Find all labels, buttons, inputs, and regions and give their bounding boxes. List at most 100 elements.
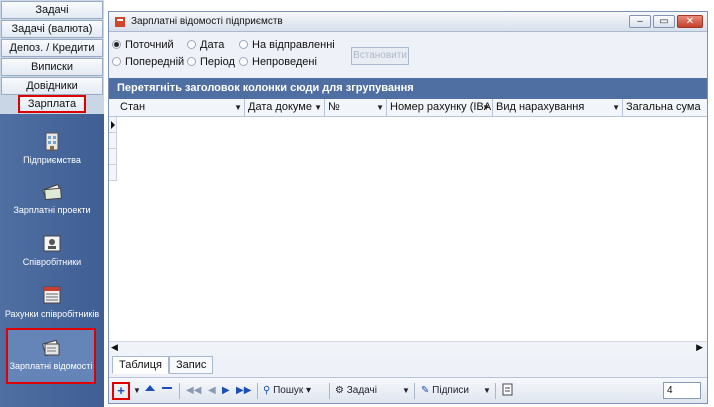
current-row-arrow-icon: [111, 121, 115, 129]
radio-label: На відправленні: [252, 39, 335, 51]
app-window-icon: [115, 17, 125, 27]
radio-dot: [187, 40, 196, 49]
group-by-panel[interactable]: Перетягніть заголовок колонки сюди для з…: [109, 78, 707, 99]
dropdown-arrow-icon[interactable]: ▼: [314, 99, 322, 116]
nav-item-enterprises[interactable]: Підприємства: [0, 130, 104, 165]
radio-label: Дата: [200, 39, 225, 51]
dropdown-arrow-icon[interactable]: ▼: [482, 99, 490, 116]
nav-item-employees[interactable]: Співробітники: [0, 232, 104, 267]
signatures-button[interactable]: ✎ Підписи: [421, 382, 469, 400]
view-tabs: Таблиця Запис: [109, 356, 707, 374]
nav-item-salary-statements[interactable]: Зарплатні відомості: [6, 328, 96, 384]
last-record-icon[interactable]: ▶▶: [236, 382, 251, 400]
tab-table[interactable]: Таблиця: [112, 356, 169, 374]
nav-item-label: Зарплатні відомості: [9, 361, 93, 371]
row-indicator[interactable]: [109, 165, 117, 181]
radio-dot: [239, 40, 248, 49]
nav-button-statements[interactable]: Виписки: [1, 58, 103, 76]
tab-record[interactable]: Запис: [169, 356, 214, 374]
row-indicator[interactable]: [109, 133, 117, 149]
add-record-button[interactable]: +: [112, 382, 130, 400]
move-up-icon[interactable]: [144, 382, 156, 400]
grid-header: Стан ▼ Дата докуме ▼ № ▼ Номер рахунку (IBA…: [109, 99, 707, 117]
column-header-account-iban[interactable]: Номер рахунку (IBA ▼: [387, 99, 493, 117]
window-controls: – ▭ ✕: [627, 15, 703, 29]
nav-item-label: Підприємства: [23, 155, 81, 165]
column-header-doc-date[interactable]: Дата докуме ▼: [245, 99, 325, 117]
nav-panel: Підприємства Зарплатні проекти Співробіт…: [0, 114, 104, 407]
toolbar-separator: [179, 383, 180, 399]
gear-icon: ⚙: [335, 385, 344, 396]
nav-button-salary[interactable]: Зарплата: [18, 95, 86, 113]
bottom-toolbar: + ▼ ◀◀ ◀ ▶ ▶▶ ⚲ Пошук ▾ ⚙ Задачі ▼ ✎ Під…: [109, 377, 707, 403]
minimize-button[interactable]: –: [629, 15, 651, 28]
radio-period[interactable]: Період: [187, 56, 235, 68]
toolbar-separator: [329, 383, 330, 399]
radio-label: Період: [200, 56, 235, 68]
horizontal-scrollbar[interactable]: ◀ ▶: [109, 341, 707, 355]
row-indicator[interactable]: [109, 117, 117, 133]
nav-button-deposits-credits[interactable]: Депоз. / Кредити: [1, 39, 103, 57]
radio-dot: [112, 57, 121, 66]
nav-button-directories[interactable]: Довідники: [1, 77, 103, 95]
filter-panel: Поточний Дата На відправленні Попередній…: [109, 33, 707, 81]
next-record-icon[interactable]: ▶: [222, 382, 230, 400]
radio-label: Поточний: [125, 39, 174, 51]
export-icon[interactable]: [501, 382, 515, 400]
prev-record-icon[interactable]: ◀: [208, 382, 216, 400]
toolbar-separator: [495, 383, 496, 399]
ledger-icon: [43, 286, 61, 304]
scroll-right-icon[interactable]: ▶: [696, 342, 703, 353]
radio-current[interactable]: Поточний: [112, 39, 174, 51]
nav-item-label: Співробітники: [22, 257, 82, 267]
nav-item-label: Рахунки співробітників: [4, 309, 100, 319]
radio-for-sending[interactable]: На відправленні: [239, 39, 335, 51]
radio-dot: [187, 57, 196, 66]
nav-item-label: Зарплатні проекти: [13, 205, 91, 215]
nav-item-salary-projects[interactable]: Зарплатні проекти: [0, 180, 104, 215]
radio-unposted[interactable]: Непроведені: [239, 56, 317, 68]
column-header-total-sum[interactable]: Загальна сума: [623, 99, 707, 117]
signature-icon: ✎: [421, 385, 430, 396]
toolbar-separator: [414, 383, 415, 399]
radio-label: Попередній: [125, 56, 185, 68]
signatures-dropdown-icon[interactable]: ▼: [483, 382, 491, 400]
close-button[interactable]: ✕: [677, 15, 703, 28]
apply-filter-button[interactable]: Встановити: [351, 47, 409, 65]
title-bar[interactable]: Зарплатні відомості підприємств – ▭ ✕: [109, 12, 707, 32]
delete-record-icon[interactable]: [161, 382, 173, 400]
column-header-status[interactable]: Стан ▼: [117, 99, 245, 117]
row-indicator[interactable]: [109, 149, 117, 165]
record-counter: 4: [663, 382, 701, 399]
salary-statements-window: Зарплатні відомості підприємств – ▭ ✕ По…: [108, 11, 708, 404]
nav-button-tasks-currency[interactable]: Задачі (валюта): [1, 20, 103, 38]
tasks-dropdown-icon[interactable]: ▼: [402, 382, 410, 400]
documents-icon: [42, 339, 60, 357]
search-button[interactable]: ⚲ Пошук ▾: [263, 382, 311, 400]
scroll-left-icon[interactable]: ◀: [111, 342, 118, 353]
binoculars-icon: ⚲: [263, 385, 271, 396]
maximize-button[interactable]: ▭: [653, 15, 675, 28]
dropdown-arrow-icon[interactable]: ▼: [234, 99, 242, 116]
radio-dot: [239, 57, 248, 66]
column-header-accrual-type[interactable]: Вид нарахування ▼: [493, 99, 623, 117]
add-dropdown-icon[interactable]: ▼: [133, 382, 141, 400]
left-navigation: Задачі Задачі (валюта) Депоз. / Кредити …: [0, 0, 104, 407]
nav-item-employee-accounts[interactable]: Рахунки співробітників: [0, 284, 104, 319]
dropdown-arrow-icon[interactable]: ▼: [612, 99, 620, 116]
column-header-number[interactable]: № ▼: [325, 99, 387, 117]
money-stack-icon: [42, 183, 62, 201]
id-card-icon: [43, 235, 61, 252]
first-record-icon[interactable]: ◀◀: [186, 382, 201, 400]
radio-date[interactable]: Дата: [187, 39, 224, 51]
window-title: Зарплатні відомості підприємств: [131, 16, 283, 27]
grid-body[interactable]: [109, 117, 707, 355]
dropdown-arrow-icon[interactable]: ▼: [376, 99, 384, 116]
building-icon: [45, 132, 59, 151]
toolbar-separator: [257, 383, 258, 399]
radio-dot: [112, 40, 121, 49]
tasks-button[interactable]: ⚙ Задачі: [335, 382, 377, 400]
radio-previous[interactable]: Попередній: [112, 56, 184, 68]
nav-button-tasks[interactable]: Задачі: [1, 1, 103, 19]
radio-label: Непроведені: [252, 56, 317, 68]
